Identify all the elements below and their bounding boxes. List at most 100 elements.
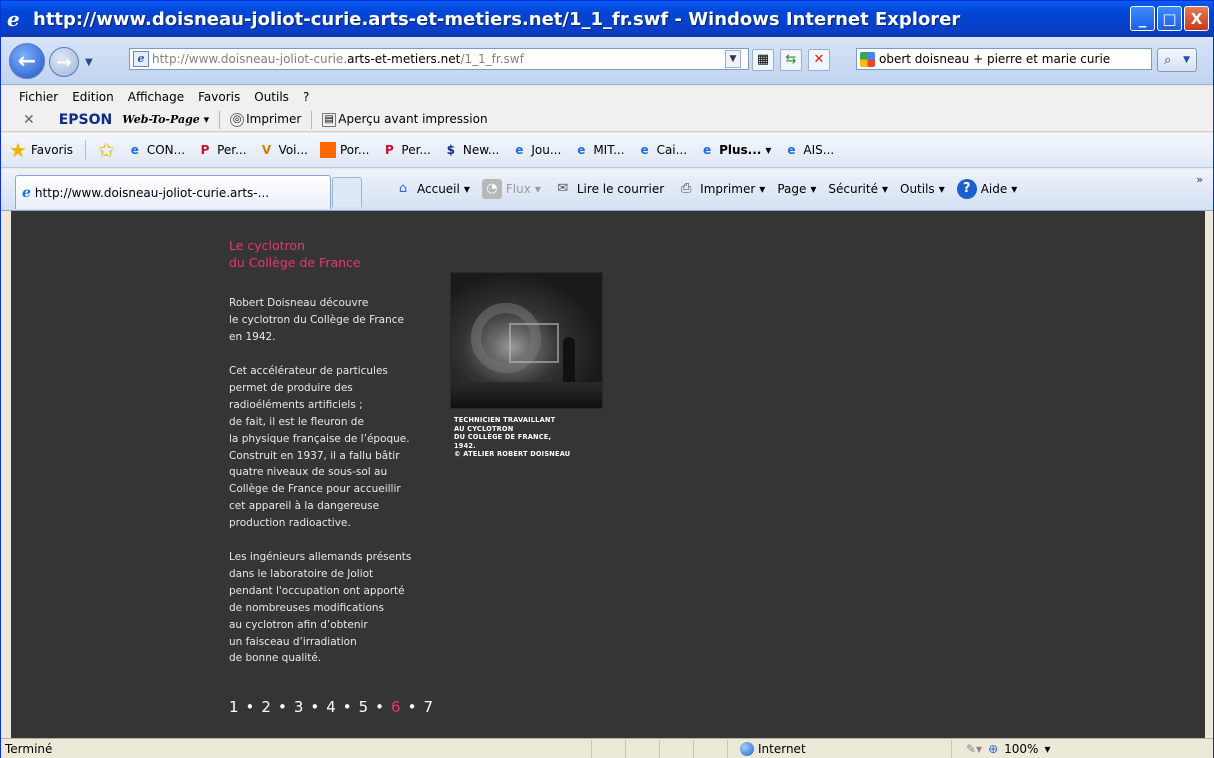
favorite-link-6[interactable]: $ New... — [443, 142, 500, 158]
new-tab-button[interactable] — [332, 177, 362, 207]
favorite-link-5[interactable]: P Per... — [381, 142, 431, 158]
page-separator: • — [375, 698, 386, 716]
p-icon: P — [384, 143, 394, 157]
stop-icon[interactable]: ✕ — [808, 49, 830, 71]
page-link-5[interactable]: 5 — [359, 698, 370, 716]
toolbar-overflow-icon[interactable]: » — [1196, 173, 1203, 186]
page-separator: • — [245, 698, 256, 716]
search-icon: ⌕ — [1163, 52, 1172, 68]
page-menu[interactable]: Page ▾ — [777, 182, 816, 196]
url-dropdown-icon[interactable]: ▼ — [725, 50, 741, 68]
back-button[interactable]: ← — [9, 43, 45, 79]
favorites-bar: ★ Favoris ✩ e CON... P Per... V Voi... Por..… — [1, 133, 1213, 168]
epson-print-button[interactable]: ◎ Imprimer — [230, 112, 301, 127]
print-preview-button[interactable]: ▤ Aperçu avant impression — [322, 112, 488, 127]
page-link-1[interactable]: 1 — [229, 698, 240, 716]
favorite-link-label: Per... — [217, 143, 247, 157]
title-bar[interactable]: e http://www.doisneau-joliot-curie.arts-… — [1, 1, 1213, 37]
security-zone[interactable]: Internet — [727, 739, 951, 758]
cyclotron-photo — [450, 272, 603, 409]
chevron-down-icon: ▾ — [759, 182, 766, 196]
chevron-down-icon: ▾ — [1044, 741, 1051, 756]
url-host: arts-et-metiers.net — [347, 52, 461, 66]
favorite-link-label: CON... — [146, 143, 186, 157]
favorites-button[interactable]: ★ Favoris — [9, 138, 73, 162]
page-link-3[interactable]: 3 — [294, 698, 305, 716]
status-cell — [693, 739, 727, 758]
ie-logo-icon: e — [7, 7, 20, 31]
status-text: Terminé — [5, 741, 53, 756]
tab-active[interactable]: e http://www.doisneau-joliot-curie.arts-… — [15, 175, 331, 209]
favorite-link-10[interactable]: e AIS... — [783, 142, 834, 158]
menu-favoris[interactable]: Favoris — [198, 90, 240, 104]
zoom-control[interactable]: ✎▾ ⊕ 100% ▾ — [951, 739, 1121, 758]
menu-outils[interactable]: Outils — [254, 90, 289, 104]
url-input[interactable]: e http://www.doisneau-joliot-curie. arts-… — [129, 48, 749, 70]
forward-button[interactable]: → — [49, 47, 79, 77]
ie-icon: e — [787, 143, 796, 157]
menu-affichage[interactable]: Affichage — [128, 90, 184, 104]
menu-help[interactable]: ? — [303, 90, 309, 104]
favorites-divider — [85, 140, 87, 160]
window-title: http://www.doisneau-joliot-curie.arts-et… — [33, 8, 961, 30]
home-button[interactable]: ⌂ Accueil ▾ — [393, 179, 470, 199]
favorite-link-1[interactable]: e CON... — [127, 142, 185, 158]
favorite-link-label: MIT... — [593, 143, 625, 157]
ie-icon: e — [640, 143, 649, 157]
page-link-2[interactable]: 2 — [261, 698, 272, 716]
favorite-link-label: Plus... — [719, 143, 762, 157]
title-line-2: du Collège de France — [229, 255, 361, 270]
page-link-7[interactable]: 7 — [423, 698, 434, 716]
chevron-down-icon: ▾ — [938, 182, 945, 196]
photo-caption: TECHNICIEN TRAVAILLANT AU CYCLOTRON DU C… — [454, 416, 571, 459]
epson-logo: EPSON — [58, 111, 113, 128]
close-button[interactable]: X — [1184, 6, 1209, 31]
page-separator: • — [310, 698, 321, 716]
search-button[interactable]: ⌕ ▼ — [1157, 48, 1197, 72]
web-to-page-menu[interactable]: Web-To-Page ▾ — [122, 113, 209, 126]
zoom-level: 100% — [1004, 741, 1039, 756]
window-controls: _ □ X — [1130, 6, 1209, 31]
print-label: Imprimer — [700, 182, 756, 196]
page-link-4[interactable]: 4 — [326, 698, 337, 716]
ie-icon: e — [22, 184, 31, 201]
page-icon: e — [133, 51, 149, 67]
flash-content[interactable]: Le cyclotron du Collège de France Robert… — [11, 211, 1205, 738]
favorite-link-more[interactable]: e Plus... ▾ — [699, 142, 771, 158]
add-favorite-button[interactable]: ✩ — [98, 138, 115, 162]
page-link-6-current[interactable]: 6 — [391, 698, 402, 716]
star-icon: ★ — [9, 138, 27, 162]
favorite-link-4[interactable]: Por... — [319, 142, 369, 158]
refresh-icon[interactable]: ⇆ — [780, 49, 802, 71]
tools-menu[interactable]: Outils ▾ — [900, 182, 945, 196]
read-mail-button[interactable]: ✉ Lire le courrier — [553, 179, 664, 199]
status-cell — [625, 739, 659, 758]
print-button[interactable]: ⎙ Imprimer ▾ — [676, 179, 765, 199]
title-line-1: Le cyclotron — [229, 238, 306, 253]
menu-edition[interactable]: Edition — [72, 90, 114, 104]
back-arrow-icon: ← — [17, 48, 37, 74]
help-menu[interactable]: ? Aide ▾ — [956, 179, 1017, 199]
page-separator: • — [407, 698, 418, 716]
favorite-link-7[interactable]: e Jou... — [511, 142, 561, 158]
web-to-page-label: Web-To-Page — [122, 113, 200, 126]
favorite-link-3[interactable]: V Voi... — [259, 142, 308, 158]
compatibility-view-icon[interactable]: ▦ — [752, 49, 774, 71]
zoom-icon: ⊕ — [988, 741, 999, 756]
favorite-link-9[interactable]: e Cai... — [637, 142, 687, 158]
maximize-button[interactable]: □ — [1157, 6, 1182, 31]
search-options-icon: ▼ — [1183, 55, 1191, 65]
history-dropdown-icon[interactable]: ▼ — [85, 57, 99, 69]
close-toolbar-icon[interactable]: ✕ — [23, 112, 35, 128]
security-menu[interactable]: Sécurité ▾ — [828, 182, 888, 196]
feeds-button[interactable]: ◔ Flux ▾ — [481, 179, 541, 199]
search-input[interactable]: obert doisneau + pierre et marie curie — [856, 48, 1152, 70]
favorite-link-8[interactable]: e MIT... — [573, 142, 624, 158]
status-cell — [659, 739, 693, 758]
favorite-link-2[interactable]: P Per... — [197, 142, 247, 158]
toolbar-divider — [311, 110, 313, 129]
print-icon: ◎ — [230, 112, 245, 127]
feeds-label: Flux — [505, 182, 531, 196]
minimize-button[interactable]: _ — [1130, 6, 1155, 31]
menu-fichier[interactable]: Fichier — [19, 90, 58, 104]
